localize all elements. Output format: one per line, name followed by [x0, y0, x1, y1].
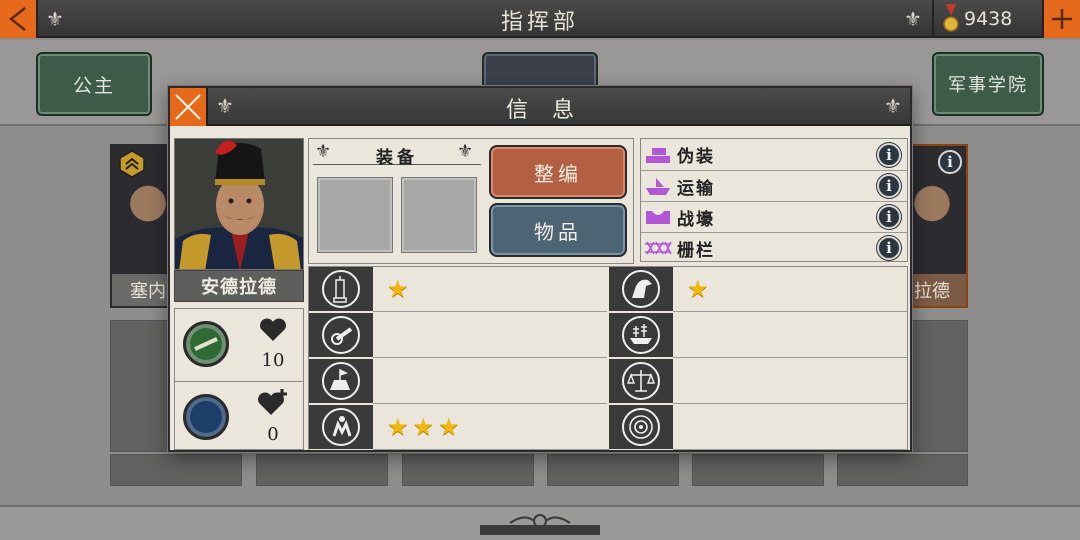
skill-stars [373, 359, 607, 404]
coin-counter: 9438 [932, 0, 1042, 38]
horse-icon[interactable] [622, 270, 660, 308]
medal-icon [943, 4, 959, 32]
skill-row: ★ [309, 267, 607, 312]
fleur-de-lis-icon: ⚜ [904, 7, 922, 31]
info-icon[interactable]: i [877, 236, 901, 260]
info-icon[interactable]: i [938, 150, 962, 174]
star-icon: ★ [687, 275, 709, 303]
general-portrait-image [175, 139, 303, 269]
princess-plaque-label: 公主 [72, 74, 115, 97]
skill-row [309, 359, 607, 404]
fleur-de-lis-icon: ⚜ [884, 94, 902, 118]
equipment-panel: ⚜ 装备 ⚜ 整编 物品 [308, 138, 634, 264]
hero-portrait [174, 138, 304, 270]
skill-row: ★ ★ ★ [309, 405, 607, 450]
hero-name: 安德拉德 [174, 270, 304, 302]
skill-row [309, 313, 607, 358]
target-icon[interactable] [622, 408, 660, 446]
health-gauge-icon [183, 321, 229, 367]
add-coins-button[interactable] [1042, 0, 1080, 38]
info-dialog: ⚜ 信息 ⚜ 安德拉德 10 0 ⚜ 装备 ⚜ 整编 物品 伪装 i 运输 i … [168, 86, 912, 452]
background-slot [547, 454, 679, 486]
fleur-de-lis-icon: ⚜ [457, 141, 474, 162]
skill-row [609, 405, 907, 450]
background-slot [110, 320, 168, 452]
military-academy-plaque[interactable]: 军事学院 [932, 52, 1044, 116]
background-slot [692, 454, 824, 486]
reorganize-label: 整编 [534, 161, 582, 186]
warship-icon[interactable] [622, 316, 660, 354]
bricks-icon [643, 144, 673, 166]
skill-stars [673, 405, 907, 450]
skills-grid: ★ ★ ★ ★ ★ [308, 266, 908, 450]
equipment-slot[interactable] [401, 177, 477, 253]
reorganize-button[interactable]: 整编 [489, 145, 627, 199]
dialog-title: 信息 [505, 98, 598, 123]
ship-icon [643, 175, 673, 197]
bottom-bar [0, 505, 1080, 540]
trait-transport: 运输 i [641, 170, 907, 201]
background-slot [837, 454, 968, 486]
items-button[interactable]: 物品 [489, 203, 627, 257]
skill-stars: ★ [673, 267, 907, 312]
infantry-icon[interactable] [322, 270, 360, 308]
star-icon: ★ [387, 413, 409, 441]
top-bar: ⚜ 指挥部 ⚜ 9438 [0, 0, 1080, 38]
trench-icon [643, 206, 673, 228]
traits-panel: 伪装 i 运输 i 战壕 i 栅栏 i [640, 138, 908, 262]
skill-row: ★ [609, 267, 907, 312]
background-slot [110, 454, 242, 486]
dialog-header: ⚜ 信息 ⚜ [170, 88, 910, 126]
trait-label: 运输 [677, 178, 715, 199]
equipment-slot[interactable] [317, 177, 393, 253]
fort-icon[interactable] [322, 362, 360, 400]
trait-camouflage: 伪装 i [641, 139, 907, 170]
trait-fence: 栅栏 i [641, 232, 907, 263]
skill-row [609, 359, 907, 404]
coin-amount: 9438 [964, 8, 1013, 30]
trait-label: 伪装 [677, 147, 715, 167]
health-value: 10 [261, 349, 285, 371]
scales-icon[interactable] [622, 362, 660, 400]
plus-icon [1052, 9, 1072, 29]
heart-icon [260, 318, 286, 341]
star-icon: ★ [438, 413, 460, 441]
skill-stars: ★ [373, 267, 607, 312]
skill-stars: ★ ★ ★ [373, 405, 607, 450]
trait-trench: 战壕 i [641, 201, 907, 232]
health-bonus-value: 0 [267, 424, 279, 445]
hero-stats: 10 0 [174, 308, 304, 450]
skill-stars [673, 313, 907, 358]
skill-stars [673, 359, 907, 404]
skill-stars [373, 313, 607, 358]
rank-badge-icon [119, 150, 145, 178]
info-icon[interactable]: i [877, 142, 901, 167]
star-icon: ★ [387, 275, 409, 303]
background-slot [402, 454, 534, 486]
fence-icon [643, 237, 673, 259]
march-icon[interactable] [322, 408, 360, 446]
trait-label: 战壕 [677, 209, 715, 230]
heart-plus-icon [258, 389, 287, 415]
health-stat: 10 [175, 309, 303, 379]
princess-plaque[interactable]: 公主 [36, 52, 152, 116]
info-icon[interactable]: i [877, 174, 901, 198]
cannon-icon[interactable] [322, 316, 360, 354]
skill-row [609, 313, 907, 358]
background-slot [256, 454, 388, 486]
military-academy-label: 军事学院 [948, 75, 1028, 96]
bonus-gauge-icon [183, 393, 229, 440]
trait-label: 栅栏 [677, 240, 715, 261]
star-icon: ★ [412, 413, 435, 441]
info-icon[interactable]: i [877, 205, 901, 229]
equipment-heading: 装备 [313, 143, 481, 168]
background-slot [912, 320, 968, 452]
health-bonus-stat: 0 [175, 381, 303, 451]
items-label: 物品 [534, 219, 582, 244]
ornament-icon [480, 514, 600, 535]
